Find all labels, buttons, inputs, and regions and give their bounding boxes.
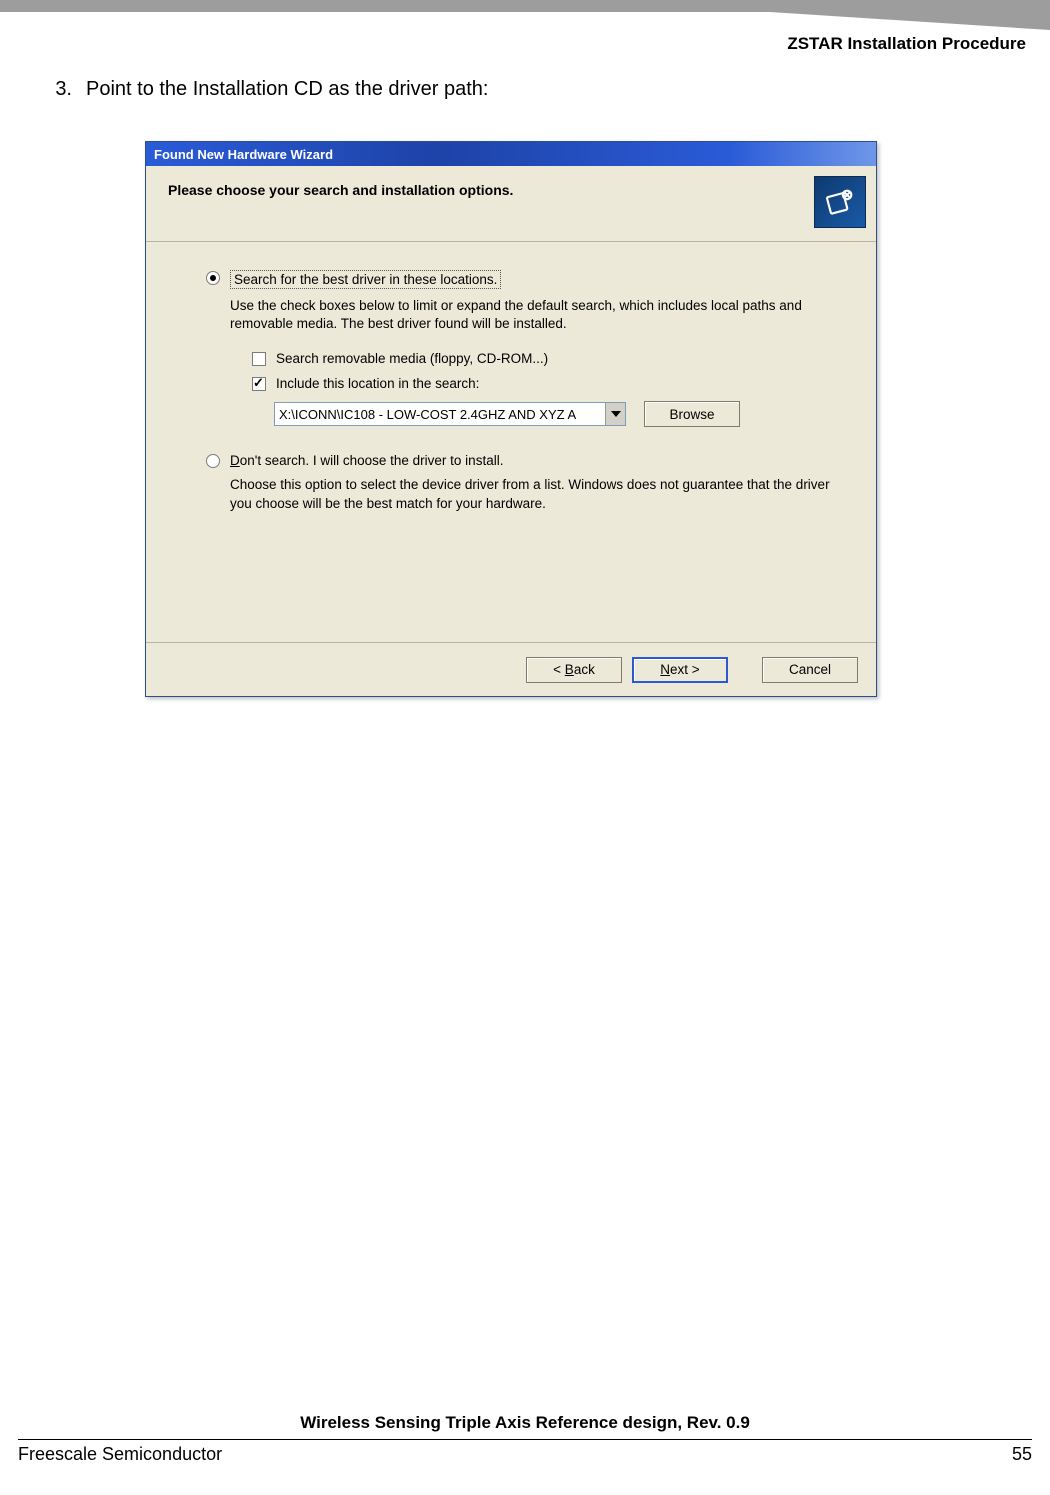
option-search-best-driver[interactable]: Search for the best driver in these loca…: [206, 270, 848, 289]
checkbox-icon[interactable]: [252, 352, 266, 366]
checkbox-removable-label: Search removable media (floppy, CD-ROM..…: [276, 351, 548, 366]
option2-label: Don't search. I will choose the driver t…: [230, 453, 503, 468]
found-new-hardware-dialog: Found New Hardware Wizard Please choose …: [145, 141, 877, 697]
dialog-header-text: Please choose your search and installati…: [168, 176, 804, 198]
dialog-body: Search for the best driver in these loca…: [146, 242, 876, 541]
checkbox-include-location[interactable]: Include this location in the search:: [252, 376, 848, 391]
step-text: Point to the Installation CD as the driv…: [86, 78, 488, 101]
option-dont-search[interactable]: Don't search. I will choose the driver t…: [206, 453, 848, 468]
location-combobox[interactable]: [274, 402, 626, 426]
checkbox-icon[interactable]: [252, 377, 266, 391]
hardware-wizard-icon: [814, 176, 866, 228]
option1-description: Use the check boxes below to limit or ex…: [230, 297, 834, 333]
document-title: Wireless Sensing Triple Axis Reference d…: [18, 1413, 1032, 1437]
instruction-step: 3. Point to the Installation CD as the d…: [18, 78, 1032, 101]
radio-icon[interactable]: [206, 271, 220, 285]
dialog-header: Please choose your search and installati…: [146, 166, 876, 242]
dialog-footer: < Back Next > Cancel: [146, 642, 876, 696]
cancel-button[interactable]: Cancel: [762, 657, 858, 683]
combobox-dropdown-button[interactable]: [605, 403, 625, 425]
checkbox-removable-media[interactable]: Search removable media (floppy, CD-ROM..…: [252, 351, 848, 366]
option2-description: Choose this option to select the device …: [230, 476, 834, 512]
company-name: Freescale Semiconductor: [18, 1444, 222, 1465]
browse-button[interactable]: Browse: [644, 401, 740, 427]
dialog-titlebar[interactable]: Found New Hardware Wizard: [146, 142, 876, 166]
dialog-title: Found New Hardware Wizard: [154, 147, 333, 162]
footer-rule: [18, 1439, 1032, 1440]
page-footer: Wireless Sensing Triple Axis Reference d…: [18, 1413, 1032, 1465]
cancel-label: Cancel: [789, 662, 831, 677]
option1-label: Search for the best driver in these loca…: [230, 270, 501, 289]
section-title: ZSTAR Installation Procedure: [18, 34, 1032, 54]
page-number: 55: [1012, 1444, 1032, 1465]
step-number: 3.: [48, 78, 72, 101]
location-input[interactable]: [275, 403, 605, 425]
next-button[interactable]: Next >: [632, 657, 728, 683]
browse-label: Browse: [669, 407, 714, 422]
radio-icon[interactable]: [206, 454, 220, 468]
checkbox-include-label: Include this location in the search:: [276, 376, 479, 391]
back-button[interactable]: < Back: [526, 657, 622, 683]
